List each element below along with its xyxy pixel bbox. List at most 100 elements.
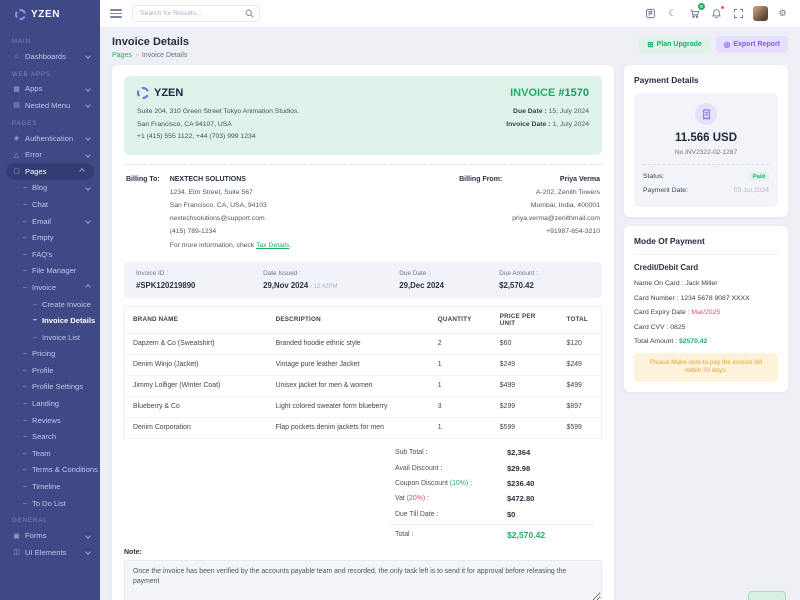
sidebar-item-ui-elements[interactable]: ◫ UI Elements <box>0 544 100 561</box>
table-row: Blueberry & CoLight colored sweater form… <box>125 396 602 417</box>
totals-row: Avail Discount : $29.98 <box>389 460 594 475</box>
dash-icon: – <box>22 483 28 490</box>
sidebar-item-label: Invoice <box>32 283 56 292</box>
sidebar-item-timeline[interactable]: –Timeline <box>0 478 100 495</box>
payment-date-value: 03 Jul,2024 <box>734 187 769 194</box>
dash-icon: – <box>22 251 28 258</box>
sidebar-item-apps[interactable]: ▦Apps <box>0 81 100 98</box>
grid-icon: ▦ <box>12 85 21 93</box>
search-input[interactable] <box>132 5 260 22</box>
sidebar-item-label: Dashboards <box>25 52 66 61</box>
mode-of-payment-card: Mode Of Payment Credit/Debit Card Name O… <box>624 226 788 392</box>
page-actions: ⊞ Plan Upgrade ◎ Export Report <box>639 36 788 53</box>
dark-mode-icon[interactable]: ☾ <box>665 6 680 21</box>
sidebar-item-forms[interactable]: ▣Forms <box>0 527 100 544</box>
table-cell: Unisex jacket for men & women <box>268 375 430 396</box>
language-icon[interactable] <box>643 6 658 21</box>
breadcrumb-separator-icon: › <box>136 53 138 59</box>
breadcrumb-pages[interactable]: Pages <box>112 52 132 59</box>
sidebar-item-blog[interactable]: –Blog <box>0 180 100 197</box>
totals-label: Due Till Date : <box>395 511 507 518</box>
chevron-up-icon <box>85 285 91 291</box>
buy-now-button[interactable] <box>748 591 786 600</box>
dash-icon: – <box>22 367 28 374</box>
totals-label: Vat (20%) : <box>395 495 507 502</box>
sidebar-item-chat[interactable]: –Chat <box>0 196 100 213</box>
column-header-total: TOTAL <box>559 306 602 333</box>
sidebar-item-to-do-list[interactable]: –To Do List <box>0 495 100 512</box>
tax-details-link[interactable]: Tax Details <box>256 242 289 249</box>
sidebar-item-label: Forms <box>25 531 47 540</box>
totals-value: $2,364 <box>507 448 588 457</box>
sidebar-item-file-manager[interactable]: –File Manager <box>0 263 100 280</box>
sidebar-item-empty[interactable]: –Empty <box>0 229 100 246</box>
sidebar-item-faq-s[interactable]: –FAQ's <box>0 246 100 263</box>
sidebar-item-error[interactable]: △Error <box>0 146 100 163</box>
dash-icon: – <box>22 350 28 357</box>
billing-address-line: Mumbai, India, 400001 <box>512 199 600 212</box>
sidebar-item-search[interactable]: –Search <box>0 428 100 445</box>
meta-label: Date Issued : <box>263 270 399 277</box>
sidebar-item-invoice-list[interactable]: –Invoice List <box>0 329 100 346</box>
sidebar-item-invoice[interactable]: –Invoice <box>0 279 100 296</box>
table-cell: $499 <box>559 375 602 396</box>
card-field-label: Card CVV : <box>634 324 670 331</box>
sidebar-item-pages[interactable]: ▢Pages <box>6 163 94 180</box>
avatar[interactable] <box>753 6 768 21</box>
company-logo-icon <box>137 87 149 99</box>
meta-label: Invoice ID : <box>136 270 263 277</box>
sidebar-item-dashboards[interactable]: ⌂ Dashboards <box>0 48 100 65</box>
fullscreen-icon[interactable] <box>731 6 746 21</box>
dash-icon: – <box>22 500 28 507</box>
invoice-number-value: #1570 <box>558 87 589 99</box>
invoice-due-date: Due Date : 15, July 2024 <box>506 106 589 119</box>
billing-to: Billing To: NEXTECH SOLUTIONS 1234, Elm … <box>126 176 291 252</box>
sidebar-item-email[interactable]: –Email <box>0 213 100 230</box>
sidebar-item-terms-conditions[interactable]: –Terms & Conditions <box>0 462 100 479</box>
cart-icon[interactable]: 0 <box>687 6 702 21</box>
totals-row: Coupon Discount (10%) :$236.40 <box>389 476 594 491</box>
table-cell: Denim Corporation <box>125 417 268 438</box>
dash-icon: – <box>22 417 28 424</box>
sidebar-item-nested-menu[interactable]: ▤Nested Menu <box>0 97 100 114</box>
bell-icon[interactable] <box>709 6 724 21</box>
notification-dot <box>720 5 725 10</box>
billing-address-line: nextechsolutions@support.com <box>170 212 292 225</box>
sidebar-item-label: Nested Menu <box>25 101 70 110</box>
sidebar-item-label: UI Elements <box>25 548 66 557</box>
sidebar-item-label: FAQ's <box>32 250 52 259</box>
sidebar-item-profile[interactable]: –Profile <box>0 362 100 379</box>
export-report-button[interactable]: ◎ Export Report <box>716 36 788 53</box>
sidebar-item-label: Team <box>32 449 51 458</box>
app-logo[interactable]: YZEN <box>0 0 100 28</box>
note-textarea[interactable]: Once the invoice has been verified by th… <box>124 560 602 600</box>
chevron-down-icon <box>85 185 91 191</box>
sidebar-item-pricing[interactable]: –Pricing <box>0 346 100 363</box>
table-cell: Flap pockets denim jackets for men <box>268 417 430 438</box>
sidebar-item-label: Profile Settings <box>32 382 83 391</box>
sidebar-item-invoice-details[interactable]: –Invoice Details <box>0 312 100 329</box>
home-icon: ⌂ <box>12 53 21 60</box>
meta-value: 29,Dec 2024 <box>399 281 499 290</box>
sidebar-item-reviews[interactable]: –Reviews <box>0 412 100 429</box>
sidebar-item-label: Search <box>32 432 56 441</box>
chevron-up-icon <box>79 168 85 174</box>
plan-upgrade-button[interactable]: ⊞ Plan Upgrade <box>639 36 709 53</box>
gear-icon[interactable]: ⚙ <box>775 6 790 21</box>
sidebar-item-team[interactable]: –Team <box>0 445 100 462</box>
box-icon: ◫ <box>12 548 21 556</box>
table-cell: Dapzem & Co (Sweatshirt) <box>125 333 268 354</box>
sidebar-item-landing[interactable]: –Landing <box>0 395 100 412</box>
card-field-card-expiry-date: Card Expiry Date : Mar/2025 <box>634 309 778 316</box>
sidebar-item-profile-settings[interactable]: –Profile Settings <box>0 379 100 396</box>
sidebar-item-create-invoice[interactable]: –Create Invoice <box>0 296 100 313</box>
sidebar-section-general: GENERAL <box>0 511 100 527</box>
sidebar-item-label: Email <box>32 217 51 226</box>
menu-toggle-icon[interactable] <box>110 9 122 18</box>
sidebar: YZEN MAIN⌂DashboardsWEB APPS▦Apps▤Nested… <box>0 0 100 600</box>
invoice-number: INVOICE #1570 <box>506 87 589 99</box>
dash-icon: – <box>22 284 28 291</box>
sidebar-item-label: Empty <box>32 233 54 242</box>
dash-icon: – <box>22 466 28 473</box>
sidebar-item-authentication[interactable]: ◈Authentication <box>0 130 100 147</box>
